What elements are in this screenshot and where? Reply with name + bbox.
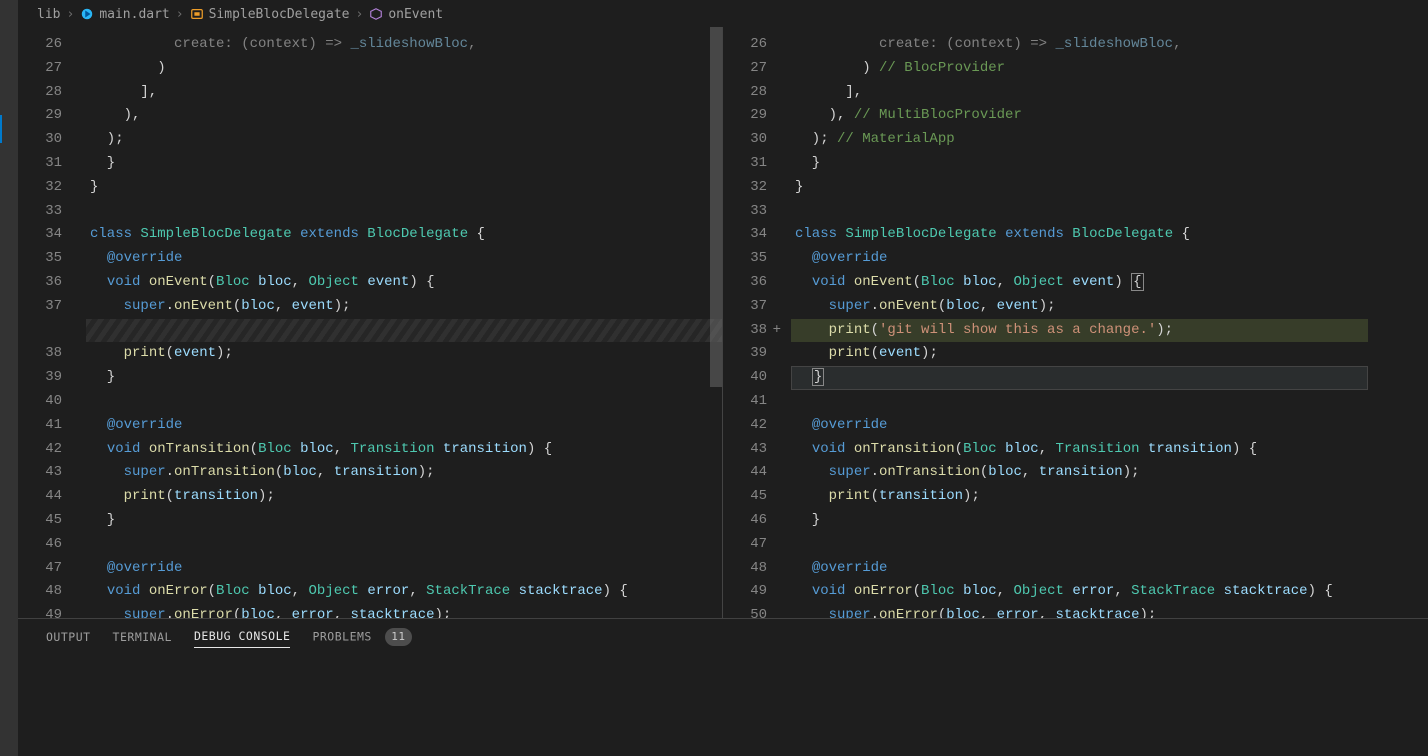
activity-bar[interactable] [0, 0, 18, 756]
breadcrumb-folder-label: lib [37, 7, 60, 22]
scrollbar-thumb[interactable] [710, 27, 722, 387]
chevron-right-icon: › [176, 7, 184, 22]
minimap[interactable] [1368, 27, 1428, 618]
tab-output[interactable]: OUTPUT [46, 626, 91, 648]
breadcrumb-folder[interactable]: lib [37, 7, 60, 22]
breadcrumb-method[interactable]: onEvent [369, 7, 443, 22]
tab-problems-label: PROBLEMS [312, 629, 371, 643]
chevron-right-icon: › [66, 7, 74, 22]
symbol-method-icon [369, 7, 383, 21]
diff-original-pane[interactable]: 2627282930313233343536373839404142434445… [18, 27, 723, 618]
dart-file-icon [80, 7, 94, 21]
breadcrumb-method-label: onEvent [388, 7, 443, 22]
symbol-class-icon [190, 7, 204, 21]
breadcrumb-class[interactable]: SimpleBlocDelegate [190, 7, 350, 22]
bottom-panel: OUTPUT TERMINAL DEBUG CONSOLE PROBLEMS 1… [18, 618, 1428, 756]
tab-problems[interactable]: PROBLEMS 11 [312, 624, 411, 650]
breadcrumb[interactable]: lib › main.dart › SimpleBlocDelegate › o… [18, 0, 1428, 27]
tab-terminal[interactable]: TERMINAL [113, 626, 172, 648]
diff-editor: 2627282930313233343536373839404142434445… [18, 27, 1428, 618]
breadcrumb-file[interactable]: main.dart [80, 7, 169, 22]
line-number-gutter: 2627282930313233343536373839404142434445… [723, 27, 791, 618]
code-area-right[interactable]: create: (context) => _slideshowBloc, ) /… [791, 27, 1368, 618]
tab-debug-console[interactable]: DEBUG CONSOLE [194, 625, 291, 648]
breadcrumb-class-label: SimpleBlocDelegate [209, 7, 350, 22]
diff-modified-pane[interactable]: 2627282930313233343536373839404142434445… [723, 27, 1428, 618]
chevron-right-icon: › [355, 7, 363, 22]
panel-tabs: OUTPUT TERMINAL DEBUG CONSOLE PROBLEMS 1… [18, 619, 1428, 654]
problems-count-badge: 11 [385, 628, 411, 646]
code-area-left[interactable]: create: (context) => _slideshowBloc, ) ]… [86, 27, 722, 618]
activity-selected-indicator [0, 115, 2, 143]
line-number-gutter: 2627282930313233343536373839404142434445… [18, 27, 86, 618]
breadcrumb-file-label: main.dart [99, 7, 169, 22]
main-area: lib › main.dart › SimpleBlocDelegate › o… [18, 0, 1428, 756]
